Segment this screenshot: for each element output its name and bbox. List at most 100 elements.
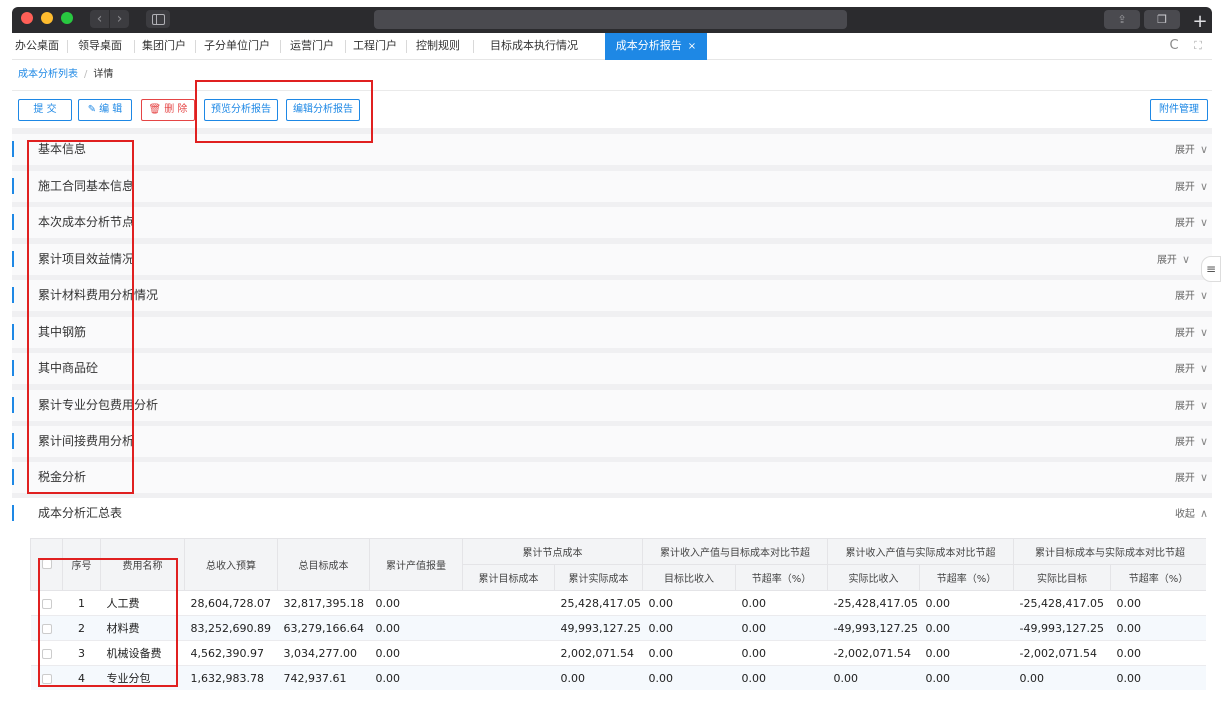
nav-item-target-cost-execution[interactable]: 目标成本执行情况 bbox=[480, 33, 588, 60]
row-select-cell[interactable] bbox=[30, 665, 63, 690]
cost-summary-table: 序号 费用名称 总收入预算 总目标成本 累计产值报量 累计节点成本 累计收入产值… bbox=[30, 538, 1206, 690]
section-title: 累计间接费用分析 bbox=[38, 434, 135, 448]
cell-actual-vs-target: -49,993,127.25 bbox=[1013, 615, 1111, 641]
nav-item-leader-desktop[interactable]: 领导桌面 bbox=[72, 33, 128, 60]
row-select-cell[interactable] bbox=[30, 615, 63, 641]
breadcrumb-parent-link[interactable]: 成本分析列表 bbox=[18, 69, 78, 80]
section-toggle[interactable]: 收起 ∧ bbox=[1175, 498, 1208, 529]
side-menu-icon[interactable]: ≡ bbox=[1201, 256, 1221, 282]
row-checkbox[interactable] bbox=[41, 648, 52, 659]
nav-item-cost-analysis-report[interactable]: 成本分析报告 × bbox=[605, 33, 707, 60]
section-toggle[interactable]: 展开 ∨ bbox=[1175, 390, 1208, 421]
chevron-down-icon: ∨ bbox=[1199, 326, 1208, 339]
header-group-target-vs-actual: 累计目标成本与实际成本对比节超 bbox=[1013, 538, 1206, 565]
minimize-window-button[interactable] bbox=[41, 12, 53, 24]
select-all-checkbox[interactable] bbox=[41, 559, 52, 569]
section-cost-summary[interactable]: 成本分析汇总表 收起 ∧ bbox=[12, 498, 1212, 529]
nav-item-group-portal[interactable]: 集团门户 bbox=[139, 33, 189, 60]
address-bar[interactable] bbox=[374, 10, 847, 29]
tabs-overview-icon[interactable]: ❐ bbox=[1144, 10, 1180, 29]
section-toggle[interactable]: 展开 ∨ bbox=[1175, 134, 1208, 165]
cell-cum-target bbox=[462, 615, 555, 641]
reload-icon[interactable]: C bbox=[1166, 38, 1182, 54]
cell-target: 32,817,395.18 bbox=[277, 590, 370, 616]
nav-item-operations-portal[interactable]: 运营门户 bbox=[284, 33, 340, 60]
section-toggle[interactable]: 展开 ∨ bbox=[1175, 207, 1208, 238]
close-tab-icon[interactable]: × bbox=[688, 41, 696, 52]
back-icon[interactable]: ‹ bbox=[90, 10, 109, 28]
table-row[interactable]: 3 机械设备费 4,562,390.97 3,034,277.00 0.00 2… bbox=[30, 640, 1206, 666]
section-toggle[interactable]: 展开 ∨ bbox=[1175, 426, 1208, 457]
table-row[interactable]: 1 人工费 28,604,728.07 32,817,395.18 0.00 2… bbox=[30, 590, 1206, 616]
section-toggle-label: 展开 bbox=[1156, 255, 1177, 266]
section-title: 累计材料费用分析情况 bbox=[38, 288, 159, 302]
submit-button[interactable]: 提 交 bbox=[18, 99, 72, 121]
section-title: 其中商品砼 bbox=[38, 361, 99, 375]
section-tax-analysis[interactable]: 税金分析 展开 ∨ bbox=[12, 462, 1212, 493]
nav-item-engineering-portal[interactable]: 工程门户 bbox=[348, 33, 402, 60]
cell-rate: 0.00 bbox=[919, 640, 1014, 666]
cell-name: 机械设备费 bbox=[100, 640, 185, 666]
row-checkbox[interactable] bbox=[41, 598, 52, 609]
table-row[interactable]: 4 专业分包 1,632,983.78 742,937.61 0.00 0.00… bbox=[30, 665, 1206, 690]
header-name: 费用名称 bbox=[100, 538, 185, 591]
section-toggle[interactable]: 展开 ∨ bbox=[1175, 171, 1208, 202]
select-all-header[interactable] bbox=[30, 538, 63, 591]
section-project-benefit[interactable]: 累计项目效益情况 展开 ∨ bbox=[12, 244, 1212, 275]
cell-rate: 0.00 bbox=[735, 640, 828, 666]
section-rebar[interactable]: 其中钢筋 展开 ∨ bbox=[12, 317, 1212, 348]
forward-icon[interactable]: › bbox=[110, 10, 129, 28]
section-concrete[interactable]: 其中商品砼 展开 ∨ bbox=[12, 353, 1212, 384]
section-toggle[interactable]: 展开 ∨ bbox=[1175, 353, 1208, 384]
edit-button[interactable]: ✎ 编 辑 bbox=[78, 99, 132, 121]
delete-button-label: 删 除 bbox=[164, 104, 188, 115]
cell-rate: 0.00 bbox=[1110, 615, 1206, 641]
share-icon[interactable]: ⇪ bbox=[1104, 10, 1140, 29]
edit-report-button[interactable]: 编辑分析报告 bbox=[286, 99, 360, 121]
section-basic-info[interactable]: 基本信息 展开 ∨ bbox=[12, 134, 1212, 165]
row-select-cell[interactable] bbox=[30, 640, 63, 666]
section-toggle[interactable]: 展开 ∨ bbox=[1175, 317, 1208, 348]
attachments-button[interactable]: 附件管理 bbox=[1150, 99, 1208, 121]
maximize-window-button[interactable] bbox=[61, 12, 73, 24]
nav-item-control-rules[interactable]: 控制规则 bbox=[410, 33, 466, 60]
sidebar-toggle-icon[interactable] bbox=[146, 10, 170, 28]
cell-name: 材料费 bbox=[100, 615, 185, 641]
cell-output: 0.00 bbox=[369, 665, 463, 690]
section-subcontract-cost[interactable]: 累计专业分包费用分析 展开 ∨ bbox=[12, 390, 1212, 421]
section-accent-bar bbox=[12, 287, 14, 303]
cell-output: 0.00 bbox=[369, 590, 463, 616]
cell-cum-target bbox=[462, 640, 555, 666]
section-accent-bar bbox=[12, 324, 14, 340]
cell-output: 0.00 bbox=[369, 615, 463, 641]
table-row[interactable]: 2 材料费 83,252,690.89 63,279,166.64 0.00 4… bbox=[30, 615, 1206, 641]
section-analysis-node[interactable]: 本次成本分析节点 展开 ∨ bbox=[12, 207, 1212, 238]
section-indirect-cost[interactable]: 累计间接费用分析 展开 ∨ bbox=[12, 426, 1212, 457]
row-checkbox[interactable] bbox=[41, 623, 52, 634]
nav-item-subunit-portal[interactable]: 子分单位门户 bbox=[199, 33, 275, 60]
section-contract-info[interactable]: 施工合同基本信息 展开 ∨ bbox=[12, 171, 1212, 202]
cell-output: 0.00 bbox=[369, 640, 463, 666]
delete-button[interactable]: 🗑 删 除 bbox=[141, 99, 195, 121]
cell-actual-vs-income: -49,993,127.25 bbox=[827, 615, 920, 641]
fullscreen-icon[interactable]: ⛶ bbox=[1190, 38, 1206, 54]
section-title: 累计项目效益情况 bbox=[38, 252, 135, 266]
breadcrumb: 成本分析列表 / 详情 bbox=[18, 66, 113, 84]
section-toggle[interactable]: 展开 ∨ bbox=[1175, 462, 1208, 493]
cell-rate: 0.00 bbox=[735, 615, 828, 641]
preview-report-button[interactable]: 预览分析报告 bbox=[204, 99, 278, 121]
close-window-button[interactable] bbox=[21, 12, 33, 24]
row-select-cell[interactable] bbox=[30, 590, 63, 616]
section-material-cost[interactable]: 累计材料费用分析情况 展开 ∨ bbox=[12, 280, 1212, 311]
new-tab-button[interactable]: + bbox=[1188, 11, 1212, 35]
row-checkbox[interactable] bbox=[41, 673, 52, 684]
header-total-target: 总目标成本 bbox=[277, 538, 370, 591]
header-cum-target: 累计目标成本 bbox=[462, 564, 555, 591]
section-toggle[interactable]: 展开 ∨ bbox=[1157, 244, 1190, 275]
section-title: 其中钢筋 bbox=[38, 325, 87, 339]
nav-item-office-desktop[interactable]: 办公桌面 bbox=[12, 33, 62, 60]
section-toggle-label: 展开 bbox=[1174, 401, 1195, 412]
header-actual-vs-income: 实际比收入 bbox=[827, 564, 920, 591]
chevron-up-icon: ∧ bbox=[1199, 507, 1208, 520]
section-toggle[interactable]: 展开 ∨ bbox=[1175, 280, 1208, 311]
